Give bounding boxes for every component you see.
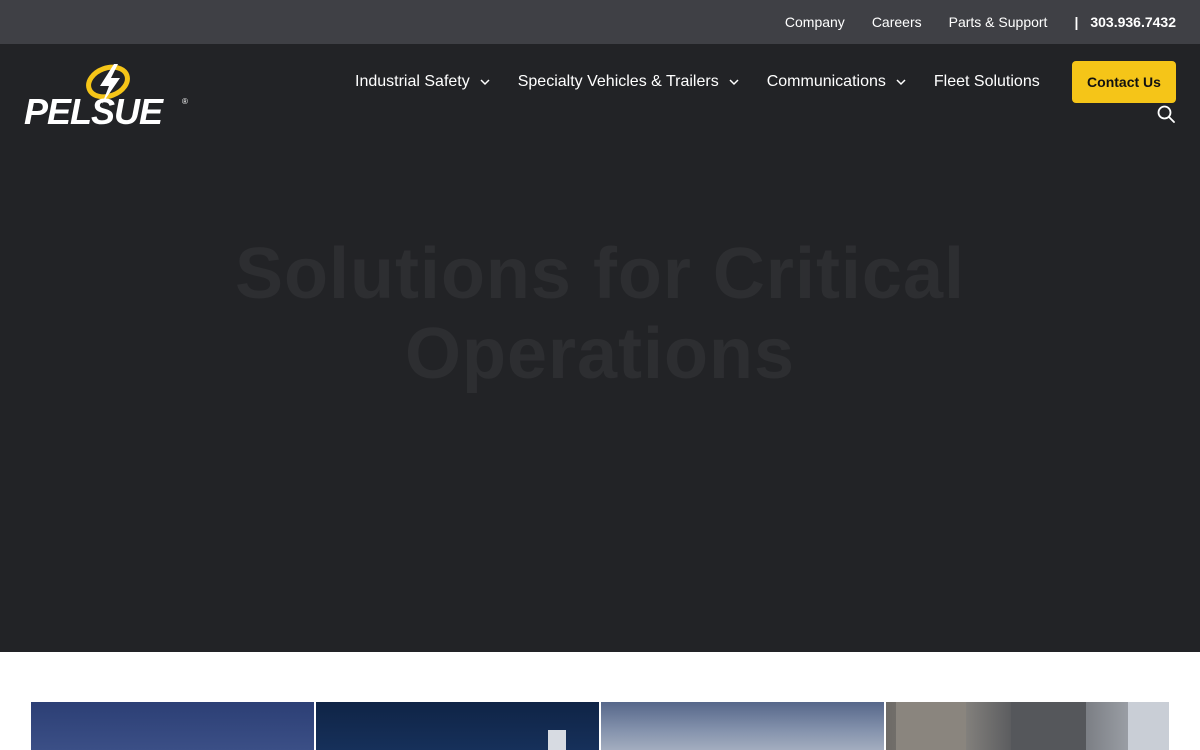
logo-registered: ®	[182, 97, 188, 106]
chevron-down-icon	[480, 79, 490, 86]
hero-title: Solutions for Critical Operations	[234, 234, 966, 394]
pelsue-logo[interactable]: PELSUE ®	[22, 60, 192, 132]
logo-wordmark: PELSUE	[24, 91, 164, 132]
nav-label: Specialty Vehicles & Trailers	[517, 73, 719, 90]
image-gallery	[31, 702, 1169, 750]
topbar-link-careers[interactable]: Careers	[872, 14, 922, 30]
contact-us-button[interactable]: Contact Us	[1072, 61, 1176, 103]
nav-label: Industrial Safety	[355, 73, 470, 90]
nav-item-specialty-vehicles[interactable]: Specialty Vehicles & Trailers	[518, 73, 739, 91]
gallery-image-sky[interactable]	[31, 702, 314, 750]
chevron-down-icon	[729, 79, 739, 86]
tower-shape	[548, 730, 566, 750]
building-shape	[1011, 702, 1086, 750]
search-icon[interactable]	[1157, 105, 1175, 123]
building-shape	[1128, 702, 1169, 750]
nav-item-communications[interactable]: Communications	[767, 73, 906, 91]
topbar-link-company[interactable]: Company	[785, 14, 845, 30]
gallery-image-city-buildings[interactable]	[886, 702, 1169, 750]
topbar-separator: |	[1074, 14, 1079, 30]
gallery-image-night-tower[interactable]	[316, 702, 599, 750]
nav-item-fleet-solutions[interactable]: Fleet Solutions	[934, 73, 1040, 91]
phone-link[interactable]: 303.936.7432	[1090, 14, 1176, 30]
building-shape	[896, 702, 966, 750]
logo-mark: PELSUE ®	[24, 64, 188, 132]
nav-label: Fleet Solutions	[933, 73, 1040, 90]
chevron-down-icon	[896, 79, 906, 86]
hero-section: PELSUE ® Industrial Safety Specialty Veh…	[0, 44, 1200, 652]
nav-item-industrial-safety[interactable]: Industrial Safety	[355, 73, 490, 91]
utility-bar: Company Careers Parts & Support | 303.93…	[0, 0, 1200, 44]
topbar-link-parts-support[interactable]: Parts & Support	[949, 14, 1048, 30]
gallery-image-clouds[interactable]	[601, 702, 884, 750]
main-nav: Industrial Safety Specialty Vehicles & T…	[355, 62, 1040, 102]
nav-label: Communications	[766, 73, 886, 90]
